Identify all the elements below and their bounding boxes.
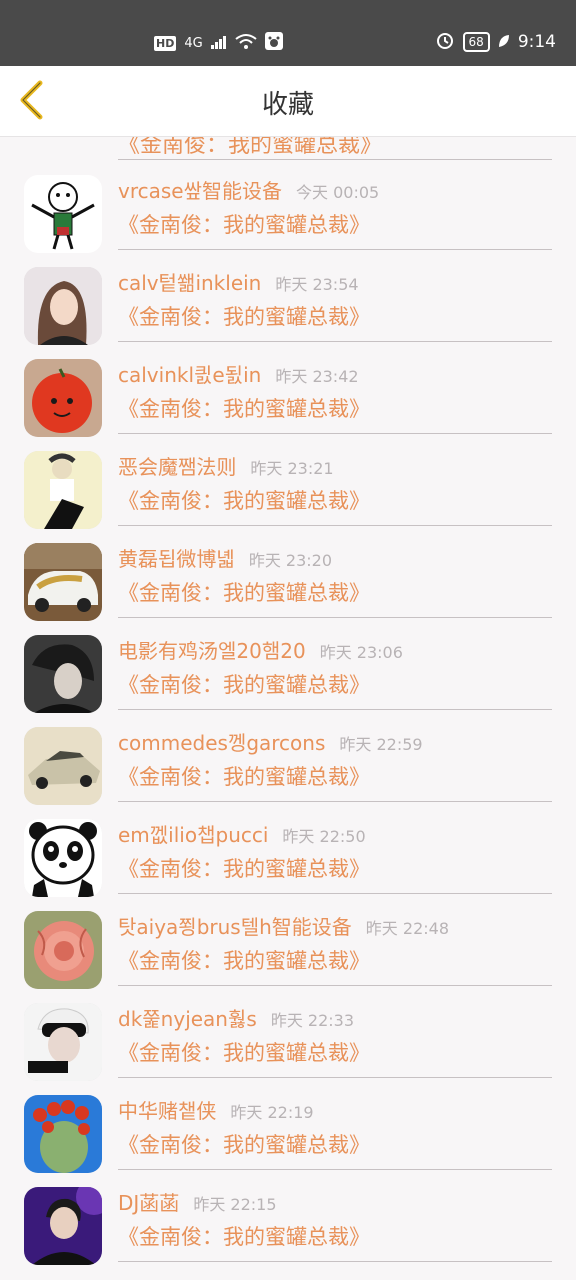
status-left: HD 4G — [154, 32, 283, 54]
book-title: 《金南俊：我的蜜罐总裁》 — [118, 397, 370, 421]
user-name: calvinkl킔e됤in 昨天 23:42 — [118, 363, 359, 387]
user-name: 中华赌챝侠 昨天 22:19 — [118, 1099, 314, 1123]
list-item[interactable]: 电影有鸡汤엘20햄20 昨天 23:06 《金南俊：我的蜜罐总裁》 — [0, 635, 576, 727]
timestamp: 昨天 23:54 — [275, 275, 359, 294]
list-item[interactable]: 中华赌챝侠 昨天 22:19 《金南俊：我的蜜罐总裁》 — [0, 1095, 576, 1187]
divider — [118, 249, 552, 250]
alarm-icon — [435, 30, 455, 54]
list-item[interactable]: commedes껭garcons 昨天 22:59 《金南俊：我的蜜罐总裁》 — [0, 727, 576, 819]
favorites-list: 《金南俊：我的蜜罐总裁》 vrcase쌒智能设备 今天 00:05 《金南俊：我的… — [0, 137, 576, 1280]
user-name: vrcase쌒智能设备 今天 00:05 — [118, 179, 380, 203]
list-item[interactable]: dk쭕nyjean훯s 昨天 22:33 《金南俊：我的蜜罐总裁》 — [0, 1003, 576, 1095]
divider — [118, 893, 552, 894]
avatar — [24, 1003, 102, 1081]
book-title: 《金南俊：我的蜜罐总裁》 — [118, 489, 370, 513]
book-title: 《金南俊：我的蜜罐总裁》 — [118, 305, 370, 329]
avatar — [24, 911, 102, 989]
book-title: 《金南俊：我的蜜罐总裁》 — [118, 765, 370, 789]
timestamp: 昨天 23:20 — [248, 551, 333, 570]
timestamp: 昨天 22:15 — [193, 1195, 277, 1214]
book-title: 《金南俊：我的蜜罐总裁》 — [118, 581, 370, 605]
user-name: dk쭕nyjean훯s 昨天 22:33 — [118, 1007, 355, 1031]
page-title: 收藏 — [261, 90, 314, 120]
divider — [118, 985, 552, 986]
avatar — [24, 267, 102, 345]
user-name: 电影有鸡汤엘20햄20 昨天 23:06 — [118, 639, 403, 663]
list-item[interactable]: vrcase쌒智能设备 今天 00:05 《金南俊：我的蜜罐总裁》 — [0, 175, 576, 267]
leaf-icon — [498, 33, 510, 52]
user-name: 黄磊됩微博녧 昨天 23:20 — [118, 547, 333, 571]
status-bar: HD 4G 68 9:14 — [0, 0, 576, 66]
divider — [118, 525, 552, 526]
divider — [118, 433, 552, 434]
timestamp: 昨天 23:21 — [250, 459, 334, 478]
hd-badge: HD — [154, 35, 177, 51]
divider — [118, 709, 552, 710]
timestamp: 今天 00:05 — [296, 183, 380, 202]
divider — [118, 801, 552, 802]
divider — [118, 617, 552, 618]
user-name: em껪ilio챕pucci 昨天 22:50 — [118, 823, 366, 847]
book-title: 《金南俊：我的蜜罐总裁》 — [118, 857, 370, 881]
timestamp: 昨天 22:59 — [339, 735, 423, 754]
timestamp: 昨天 22:48 — [365, 919, 449, 938]
list-item[interactable]: 恶会魔쨈法则 昨天 23:21 《金南俊：我的蜜罐总裁》 — [0, 451, 576, 543]
book-title: 《金南俊：我的蜜罐总裁》 — [118, 137, 383, 158]
signal-icon — [210, 34, 227, 53]
divider — [118, 1077, 552, 1078]
book-title: 《金南俊：我的蜜罐总裁》 — [118, 949, 370, 973]
list-item[interactable]: calvinkl킔e됤in 昨天 23:42 《金南俊：我的蜜罐总裁》 — [0, 359, 576, 451]
user-name: calv텉쐚inklein 昨天 23:54 — [118, 271, 359, 295]
list-item[interactable]: DJ菡菡 昨天 22:15 《金南俊：我的蜜罐总裁》 — [0, 1187, 576, 1279]
avatar — [24, 635, 102, 713]
user-name: DJ菡菡 昨天 22:15 — [118, 1191, 277, 1215]
baidu-icon — [264, 32, 283, 54]
timestamp: 昨天 23:42 — [275, 367, 359, 386]
avatar — [24, 451, 102, 529]
wifi-icon — [235, 33, 257, 53]
book-title: 《金南俊：我的蜜罐总裁》 — [118, 1225, 370, 1249]
divider — [118, 1169, 552, 1170]
user-name: 恶会魔쨈法则 昨天 23:21 — [118, 455, 334, 479]
status-right: 68 9:14 — [435, 30, 556, 54]
avatar — [24, 1187, 102, 1265]
book-title: 《金南俊：我的蜜罐总裁》 — [118, 673, 370, 697]
app-header: 收藏 — [0, 66, 576, 137]
timestamp: 昨天 23:06 — [319, 643, 403, 662]
avatar — [24, 1095, 102, 1173]
list-item[interactable]: calv텉쐚inklein 昨天 23:54 《金南俊：我的蜜罐总裁》 — [0, 267, 576, 359]
avatar — [24, 359, 102, 437]
divider — [118, 1261, 552, 1262]
book-title: 《金南俊：我的蜜罐总裁》 — [118, 1133, 370, 1157]
avatar — [24, 819, 102, 897]
timestamp: 昨天 22:50 — [282, 827, 366, 846]
timestamp: 昨天 22:19 — [230, 1103, 314, 1122]
list-item[interactable]: em껪ilio챕pucci 昨天 22:50 《金南俊：我的蜜罐总裁》 — [0, 819, 576, 911]
avatar — [24, 543, 102, 621]
timestamp: 昨天 22:33 — [270, 1011, 355, 1030]
list-item[interactable]: 黄磊됩微博녧 昨天 23:20 《金南俊：我的蜜罐总裁》 — [0, 543, 576, 635]
network-label: 4G — [184, 35, 203, 51]
user-name: commedes껭garcons 昨天 22:59 — [118, 731, 423, 755]
list-item-partial[interactable]: 《金南俊：我的蜜罐总裁》 — [118, 137, 552, 160]
list-item[interactable]: 탓aiya쬥brus텔h智能设备 昨天 22:48 《金南俊：我的蜜罐总裁》 — [0, 911, 576, 1003]
divider — [118, 341, 552, 342]
battery-indicator: 68 — [462, 32, 490, 52]
avatar — [24, 175, 102, 253]
user-name: 탓aiya쬥brus텔h智能设备 昨天 22:48 — [118, 915, 449, 939]
book-title: 《金南俊：我的蜜罐总裁》 — [118, 1041, 370, 1065]
book-title: 《金南俊：我的蜜罐总裁》 — [118, 213, 370, 237]
clock: 9:14 — [517, 32, 556, 52]
avatar — [24, 727, 102, 805]
